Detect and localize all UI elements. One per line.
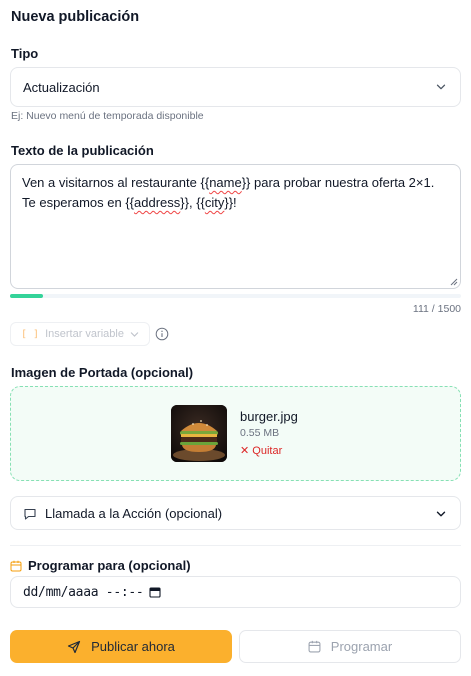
burger-thumbnail	[171, 405, 227, 462]
cover-image-label: Imagen de Portada (opcional)	[11, 365, 194, 380]
cta-accordion[interactable]: Llamada a la Acción (opcional)	[10, 496, 461, 530]
type-hint: Ej: Nuevo menú de temporada disponible	[11, 110, 204, 122]
chevron-down-icon	[130, 331, 139, 337]
file-size: 0.55 MB	[240, 427, 280, 439]
cta-label: Llamada a la Acción (opcional)	[45, 506, 223, 521]
chevron-down-icon	[436, 511, 446, 517]
page-title: Nueva publicación	[11, 9, 140, 25]
type-label: Tipo	[11, 46, 39, 61]
close-icon: ✕	[240, 445, 250, 457]
post-text-area[interactable]: Ven a visitarnos al restaurante {{name}}…	[10, 164, 461, 289]
publish-now-button[interactable]: Publicar ahora	[10, 630, 232, 663]
insert-variable-button[interactable]: [ ] Insertar variable	[10, 322, 150, 346]
datetime-placeholder: dd/mm/aaaa --:--	[23, 585, 144, 600]
chevron-down-icon	[436, 84, 446, 90]
send-icon	[67, 640, 81, 653]
type-select[interactable]: Actualización	[10, 67, 461, 107]
schedule-datetime-input[interactable]: dd/mm/aaaa --:--	[10, 576, 461, 608]
calendar-icon	[10, 560, 22, 571]
schedule-label: Programar para (opcional)	[10, 558, 191, 573]
divider	[10, 545, 461, 546]
remove-image-button[interactable]: ✕ Quitar	[240, 444, 282, 457]
text-line-2: Te esperamos en {{address}}, {{city}}!	[22, 195, 237, 210]
text-label: Texto de la publicación	[11, 143, 154, 158]
file-name: burger.jpg	[240, 409, 298, 424]
image-dropzone[interactable]: burger.jpg 0.55 MB ✕ Quitar	[10, 386, 461, 481]
char-progress-fill	[10, 294, 44, 298]
text-line-1: Ven a visitarnos al restaurante {{name}}…	[22, 175, 435, 190]
message-icon	[24, 508, 36, 520]
insert-variable-label: Insertar variable	[45, 328, 124, 340]
char-counter: 111 / 1500	[412, 303, 461, 315]
info-icon[interactable]	[155, 327, 169, 341]
bracket-icon: [ ]	[21, 328, 40, 340]
calendar-icon	[308, 640, 321, 653]
resize-handle-icon[interactable]	[450, 278, 458, 286]
char-progress-bar	[10, 294, 461, 298]
calendar-icon[interactable]	[149, 586, 161, 598]
type-select-value: Actualización	[23, 80, 100, 95]
schedule-button[interactable]: Programar	[239, 630, 461, 663]
